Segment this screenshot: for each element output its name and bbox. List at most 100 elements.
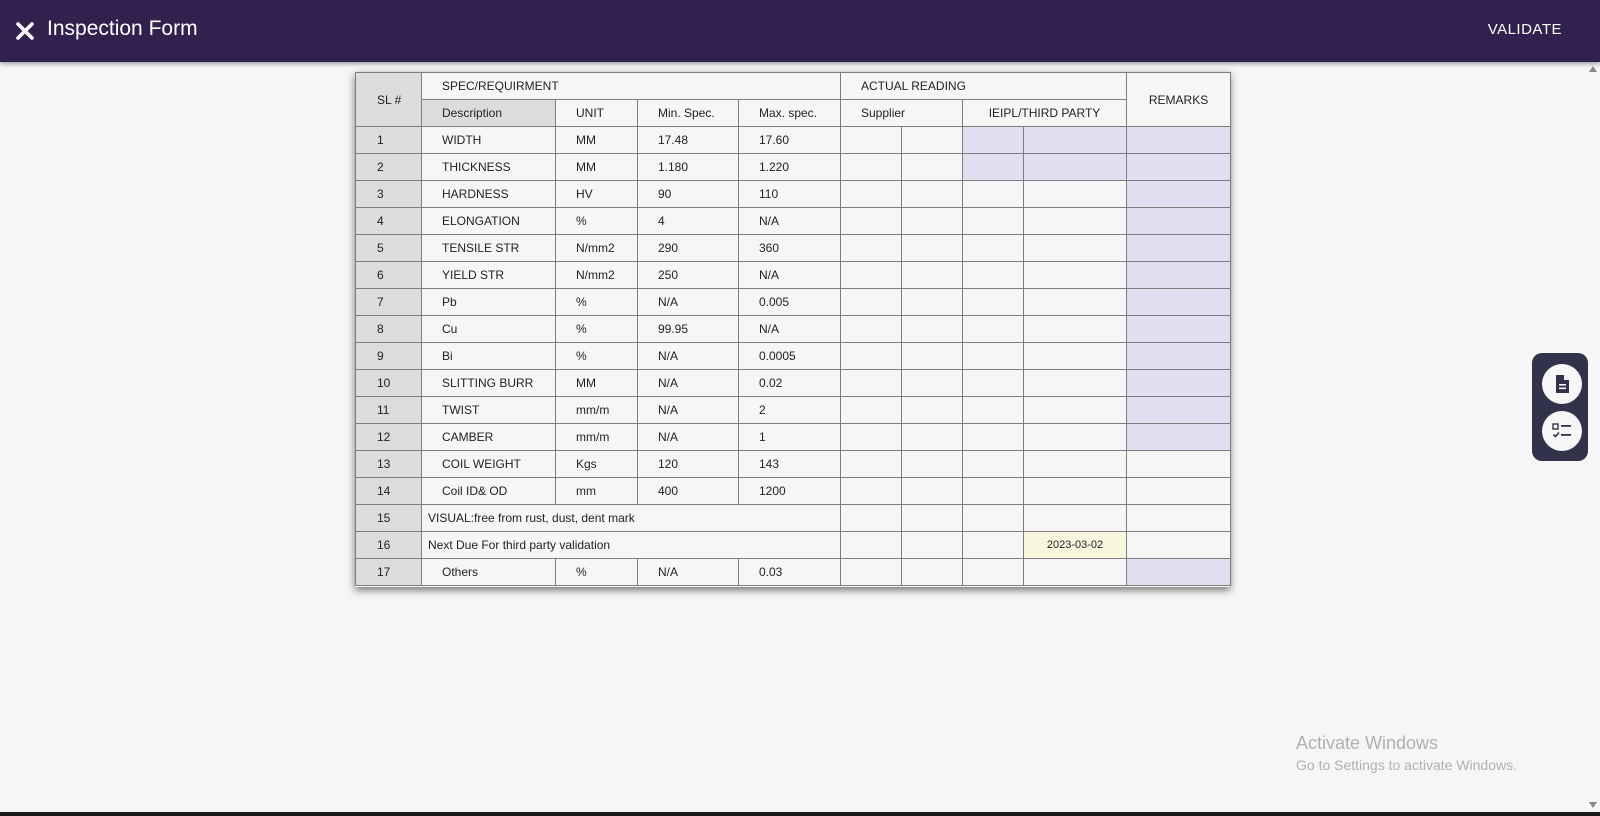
supplier-reading-2[interactable] — [901, 126, 963, 154]
third-party-reading-2[interactable] — [1022, 234, 1128, 262]
supplier-reading-2[interactable] — [901, 315, 963, 343]
third-party-reading-1[interactable] — [962, 315, 1024, 343]
supplier-reading-2[interactable] — [901, 180, 963, 208]
supplier-reading-1[interactable] — [840, 126, 902, 154]
supplier-reading-2[interactable] — [901, 423, 963, 451]
supplier-reading-1[interactable] — [840, 234, 902, 262]
header-remarks: REMARKS — [1126, 72, 1232, 127]
supplier-reading-2[interactable] — [901, 450, 963, 478]
third-party-reading-2[interactable] — [1022, 153, 1128, 181]
third-party-reading-2[interactable] — [1022, 504, 1128, 532]
remarks-cell[interactable] — [1126, 396, 1232, 424]
supplier-reading-2[interactable] — [901, 504, 963, 532]
min-spec-cell: N/A — [637, 369, 739, 397]
third-party-reading-1[interactable] — [962, 531, 1024, 559]
supplier-reading-2[interactable] — [901, 288, 963, 316]
header-unit: UNIT — [555, 99, 638, 127]
supplier-reading-1[interactable] — [840, 477, 902, 505]
remarks-cell[interactable] — [1126, 261, 1232, 289]
supplier-reading-2[interactable] — [901, 207, 963, 235]
remarks-cell[interactable] — [1126, 342, 1232, 370]
third-party-reading-2[interactable] — [1022, 126, 1128, 154]
third-party-reading-1[interactable] — [962, 153, 1024, 181]
third-party-reading-1[interactable] — [962, 369, 1024, 397]
supplier-reading-2[interactable] — [901, 261, 963, 289]
third-party-reading-1[interactable] — [962, 180, 1024, 208]
close-icon[interactable] — [14, 20, 36, 42]
supplier-reading-1[interactable] — [840, 261, 902, 289]
supplier-reading-2[interactable] — [901, 234, 963, 262]
remarks-cell[interactable] — [1126, 180, 1232, 208]
supplier-reading-2[interactable] — [901, 558, 963, 586]
third-party-reading-1[interactable] — [962, 423, 1024, 451]
remarks-cell[interactable] — [1126, 207, 1232, 235]
supplier-reading-1[interactable] — [840, 396, 902, 424]
third-party-reading-2[interactable] — [1022, 450, 1128, 478]
supplier-reading-1[interactable] — [840, 153, 902, 181]
remarks-cell[interactable] — [1126, 477, 1232, 505]
unit-cell: Kgs — [555, 450, 638, 478]
supplier-reading-2[interactable] — [901, 342, 963, 370]
third-party-reading-1[interactable] — [962, 342, 1024, 370]
third-party-reading-1[interactable] — [962, 126, 1024, 154]
remarks-cell[interactable] — [1126, 531, 1232, 559]
third-party-reading-2[interactable] — [1022, 342, 1128, 370]
third-party-reading-1[interactable] — [962, 261, 1024, 289]
supplier-reading-1[interactable] — [840, 504, 902, 532]
supplier-reading-1[interactable] — [840, 558, 902, 586]
third-party-reading-1[interactable] — [962, 504, 1024, 532]
third-party-reading-2[interactable] — [1022, 261, 1128, 289]
third-party-reading-2[interactable] — [1022, 180, 1128, 208]
max-spec-cell: 17.60 — [738, 126, 841, 154]
third-party-reading-2[interactable] — [1022, 288, 1128, 316]
supplier-reading-2[interactable] — [901, 531, 963, 559]
supplier-reading-1[interactable] — [840, 207, 902, 235]
third-party-reading-2[interactable] — [1022, 315, 1128, 343]
document-button[interactable] — [1542, 364, 1582, 404]
remarks-cell[interactable] — [1126, 504, 1232, 532]
third-party-reading-2[interactable] — [1022, 207, 1128, 235]
min-spec-cell: 400 — [637, 477, 739, 505]
third-party-reading-2[interactable] — [1022, 396, 1128, 424]
third-party-reading-1[interactable] — [962, 288, 1024, 316]
remarks-cell[interactable] — [1126, 558, 1232, 586]
remarks-cell[interactable] — [1126, 288, 1232, 316]
third-party-reading-2[interactable] — [1022, 558, 1128, 586]
next-due-date-field[interactable]: 2023-03-02 — [1022, 531, 1128, 559]
third-party-reading-1[interactable] — [962, 396, 1024, 424]
third-party-reading-2[interactable] — [1022, 369, 1128, 397]
supplier-reading-2[interactable] — [901, 153, 963, 181]
scroll-down-arrow-icon[interactable] — [1589, 802, 1597, 808]
third-party-reading-2[interactable] — [1022, 477, 1128, 505]
third-party-reading-1[interactable] — [962, 477, 1024, 505]
table-row-visual: 15 VISUAL:free from rust, dust, dent mar… — [355, 504, 1232, 532]
supplier-reading-1[interactable] — [840, 180, 902, 208]
remarks-cell[interactable] — [1126, 315, 1232, 343]
remarks-cell[interactable] — [1126, 450, 1232, 478]
remarks-cell[interactable] — [1126, 423, 1232, 451]
supplier-reading-2[interactable] — [901, 369, 963, 397]
third-party-reading-1[interactable] — [962, 558, 1024, 586]
scroll-up-arrow-icon[interactable] — [1589, 66, 1597, 72]
third-party-reading-2[interactable] — [1022, 423, 1128, 451]
remarks-cell[interactable] — [1126, 126, 1232, 154]
third-party-reading-1[interactable] — [962, 207, 1024, 235]
remarks-cell[interactable] — [1126, 234, 1232, 262]
remarks-cell[interactable] — [1126, 153, 1232, 181]
table-row: 5 TENSILE STR N/mm2 290 360 — [355, 234, 1232, 262]
third-party-reading-1[interactable] — [962, 234, 1024, 262]
remarks-cell[interactable] — [1126, 369, 1232, 397]
checklist-button[interactable] — [1542, 411, 1582, 451]
supplier-reading-1[interactable] — [840, 288, 902, 316]
supplier-reading-2[interactable] — [901, 477, 963, 505]
third-party-reading-1[interactable] — [962, 450, 1024, 478]
supplier-reading-1[interactable] — [840, 423, 902, 451]
supplier-reading-1[interactable] — [840, 369, 902, 397]
next-due-description-cell: Next Due For third party validation — [421, 531, 841, 559]
supplier-reading-1[interactable] — [840, 342, 902, 370]
supplier-reading-1[interactable] — [840, 531, 902, 559]
validate-button[interactable]: VALIDATE — [1488, 21, 1562, 38]
supplier-reading-1[interactable] — [840, 315, 902, 343]
supplier-reading-2[interactable] — [901, 396, 963, 424]
supplier-reading-1[interactable] — [840, 450, 902, 478]
